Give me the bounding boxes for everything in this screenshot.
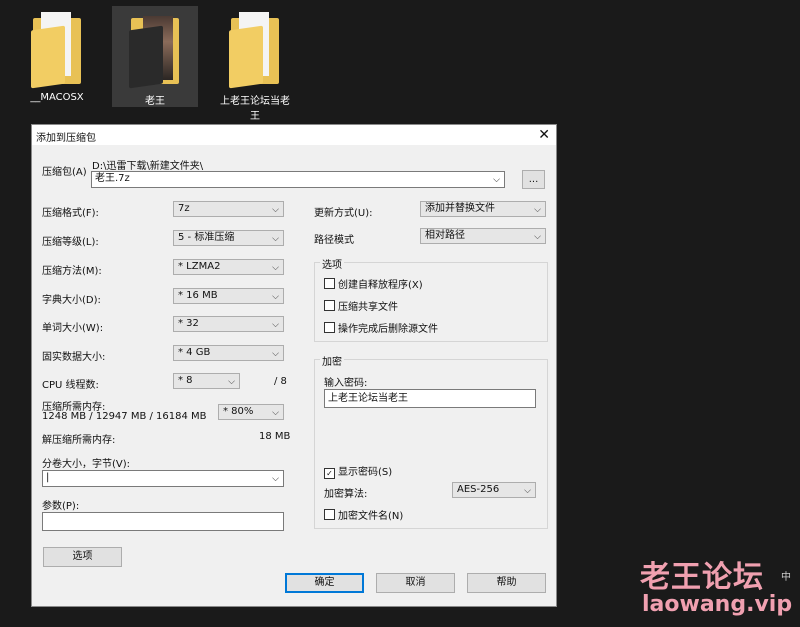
split-label: 分卷大小，字节(V): bbox=[42, 459, 131, 470]
help-button[interactable]: 帮助 bbox=[467, 573, 546, 593]
delete-checkbox[interactable]: 操作完成后删除源文件 bbox=[324, 320, 438, 335]
solid-value: * 4 GB bbox=[178, 347, 211, 358]
word-label: 单词大小(W): bbox=[42, 323, 104, 334]
params-label: 参数(P): bbox=[42, 501, 80, 512]
dict-select[interactable]: * 16 MB ⌵ bbox=[173, 288, 284, 304]
level-value: 5 - 标准压缩 bbox=[178, 232, 235, 243]
browse-button[interactable]: ... bbox=[522, 170, 545, 189]
level-label: 压缩等级(L): bbox=[42, 237, 99, 248]
enc-method-select[interactable]: AES-256 ⌵ bbox=[452, 482, 536, 498]
split-size-combo[interactable]: | ⌵ bbox=[42, 470, 284, 487]
update-value: 添加并替换文件 bbox=[425, 203, 495, 214]
word-value: * 32 bbox=[178, 318, 199, 329]
chevron-down-icon: ⌵ bbox=[272, 205, 279, 215]
chevron-down-icon: ⌵ bbox=[534, 205, 541, 215]
checkbox-icon bbox=[324, 509, 335, 520]
folder-icon bbox=[225, 10, 285, 89]
method-value: * LZMA2 bbox=[178, 261, 221, 272]
solid-label: 固实数据大小: bbox=[42, 352, 106, 363]
mem-value: * 80% bbox=[223, 406, 254, 417]
split-value: | bbox=[46, 472, 50, 483]
chevron-down-icon: ⌵ bbox=[228, 377, 235, 387]
desktop-folder-forum[interactable]: 上老王论坛当老王 bbox=[212, 6, 298, 122]
solid-select[interactable]: * 4 GB ⌵ bbox=[173, 345, 284, 361]
method-label: 压缩方法(M): bbox=[42, 266, 102, 277]
encrypt-names-checkbox[interactable]: 加密文件名(N) bbox=[324, 507, 403, 522]
checkbox-icon bbox=[324, 300, 335, 311]
word-select[interactable]: * 32 ⌵ bbox=[173, 316, 284, 332]
sfx-label: 创建自释放程序(X) bbox=[338, 280, 423, 291]
decomp-label: 解压缩所需内存: bbox=[42, 435, 116, 446]
format-select[interactable]: 7z ⌵ bbox=[173, 201, 284, 217]
archive-name-value: 老王.7z bbox=[95, 173, 130, 184]
watermark-title: 老王论坛 bbox=[640, 560, 764, 595]
chevron-down-icon[interactable]: ⌵ bbox=[493, 174, 500, 186]
show-password-checkbox[interactable]: ✓ 显示密码(S) bbox=[324, 463, 392, 479]
chevron-down-icon[interactable]: ⌵ bbox=[272, 473, 279, 485]
folder-icon bbox=[27, 10, 87, 89]
encrypt-names-label: 加密文件名(N) bbox=[338, 511, 404, 522]
options-button[interactable]: 选项 bbox=[43, 547, 122, 567]
show-password-label: 显示密码(S) bbox=[338, 467, 393, 478]
decomp-value: 18 MB bbox=[259, 431, 291, 442]
close-icon[interactable]: ✕ bbox=[538, 127, 550, 143]
checkbox-icon bbox=[324, 322, 335, 333]
enc-method-label: 加密算法: bbox=[324, 489, 368, 500]
checkmark-icon: ✓ bbox=[324, 468, 335, 479]
sfx-checkbox[interactable]: 创建自释放程序(X) bbox=[324, 276, 423, 291]
password-label: 输入密码: bbox=[324, 378, 368, 389]
cpu-select[interactable]: * 8 ⌵ bbox=[173, 373, 240, 389]
format-value: 7z bbox=[178, 203, 190, 214]
checkbox-icon bbox=[324, 278, 335, 289]
desktop-folder-macosx[interactable]: __MACOSX bbox=[14, 6, 100, 103]
format-label: 压缩格式(F): bbox=[42, 208, 99, 219]
archive-label: 压缩包(A) bbox=[42, 167, 87, 178]
encryption-group-title: 加密 bbox=[320, 353, 344, 368]
desktop-folder-laowang[interactable]: 老王 bbox=[112, 6, 198, 107]
chevron-down-icon: ⌵ bbox=[272, 349, 279, 359]
folder-label: 老王 bbox=[145, 96, 165, 107]
level-select[interactable]: 5 - 标准压缩 ⌵ bbox=[173, 230, 284, 246]
chevron-down-icon: ⌵ bbox=[524, 486, 531, 496]
chevron-down-icon: ⌵ bbox=[272, 292, 279, 302]
cpu-total: / 8 bbox=[274, 376, 287, 387]
delete-label: 操作完成后删除源文件 bbox=[338, 324, 438, 335]
enc-method-value: AES-256 bbox=[457, 484, 500, 495]
chevron-down-icon: ⌵ bbox=[534, 232, 541, 242]
ime-indicator: 中 bbox=[781, 572, 791, 583]
chevron-down-icon: ⌵ bbox=[272, 408, 279, 418]
shared-checkbox[interactable]: 压缩共享文件 bbox=[324, 298, 398, 313]
cpu-value: * 8 bbox=[178, 375, 193, 386]
method-select[interactable]: * LZMA2 ⌵ bbox=[173, 259, 284, 275]
update-label: 更新方式(U): bbox=[314, 208, 373, 219]
folder-label: 上老王论坛当老王 bbox=[220, 96, 290, 122]
dict-value: * 16 MB bbox=[178, 290, 218, 301]
watermark-url: laowang.vip bbox=[642, 592, 793, 617]
mem-detail: 1248 MB / 12947 MB / 16184 MB bbox=[42, 411, 207, 422]
shared-label: 压缩共享文件 bbox=[338, 302, 398, 313]
chevron-down-icon: ⌵ bbox=[272, 234, 279, 244]
archive-name-combo[interactable]: 老王.7z ⌵ bbox=[91, 171, 505, 188]
archive-path: D:\迅雷下载\新建文件夹\ bbox=[92, 161, 204, 172]
mem-select[interactable]: * 80% ⌵ bbox=[218, 404, 284, 420]
title-bar: 添加到压缩包 ✕ bbox=[32, 125, 556, 145]
ok-button[interactable]: 确定 bbox=[285, 573, 364, 593]
cancel-button[interactable]: 取消 bbox=[376, 573, 455, 593]
folder-label: __MACOSX bbox=[30, 92, 84, 103]
path-value: 相对路径 bbox=[425, 230, 465, 241]
password-input[interactable]: 上老王论坛当老王 bbox=[324, 389, 536, 408]
options-group-title: 选项 bbox=[320, 256, 344, 271]
update-select[interactable]: 添加并替换文件 ⌵ bbox=[420, 201, 546, 217]
path-label: 路径模式 bbox=[314, 235, 354, 246]
add-to-archive-dialog: 添加到压缩包 ✕ 压缩包(A) D:\迅雷下载\新建文件夹\ 老王.7z ⌵ .… bbox=[31, 124, 557, 607]
dict-label: 字典大小(D): bbox=[42, 295, 101, 306]
chevron-down-icon: ⌵ bbox=[272, 320, 279, 330]
folder-icon bbox=[125, 10, 185, 89]
dialog-title: 添加到压缩包 bbox=[36, 133, 96, 144]
path-select[interactable]: 相对路径 ⌵ bbox=[420, 228, 546, 244]
params-input[interactable] bbox=[42, 512, 284, 531]
chevron-down-icon: ⌵ bbox=[272, 263, 279, 273]
cpu-label: CPU 线程数: bbox=[42, 380, 99, 391]
